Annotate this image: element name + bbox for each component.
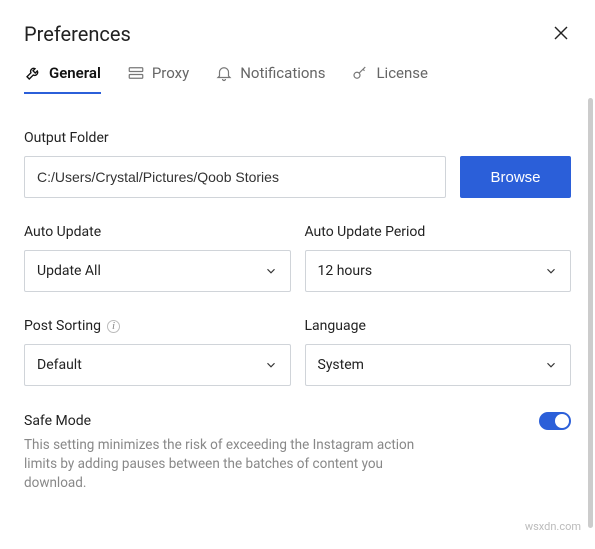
post-sorting-select[interactable]: Default [24,344,291,386]
tab-proxy[interactable]: Proxy [127,64,189,94]
chevron-down-icon [544,264,558,278]
close-icon [554,26,568,40]
tab-label: General [49,64,101,82]
chevron-down-icon [544,358,558,372]
safe-mode-toggle[interactable] [539,412,571,430]
select-value: System [318,357,364,373]
auto-update-label: Auto Update [24,224,291,240]
auto-update-select[interactable]: Update All [24,250,291,292]
safe-mode-description: This setting minimizes the risk of excee… [24,436,434,493]
tab-notifications[interactable]: Notifications [215,64,325,94]
wrench-icon [24,64,42,82]
close-button[interactable] [551,25,571,44]
tab-label: Proxy [152,64,189,82]
info-icon[interactable]: i [107,320,120,333]
tab-label: Notifications [240,64,325,82]
scrollbar[interactable] [588,98,593,528]
tab-general[interactable]: General [24,64,101,94]
select-value: 12 hours [318,263,373,279]
language-select[interactable]: System [305,344,572,386]
key-icon [351,64,369,82]
auto-update-period-label: Auto Update Period [305,224,572,240]
page-title: Preferences [24,22,131,46]
output-folder-input[interactable] [24,156,446,198]
chevron-down-icon [264,358,278,372]
watermark: wsxdn.com [525,520,581,533]
toggle-knob [555,414,569,428]
auto-update-period-select[interactable]: 12 hours [305,250,572,292]
language-label: Language [305,318,572,334]
bell-icon [215,64,233,82]
select-value: Default [37,357,82,373]
tabs-bar: General Proxy Notifications License [24,64,571,94]
proxy-icon [127,64,145,82]
tab-license[interactable]: License [351,64,428,94]
tab-label: License [376,64,428,82]
browse-button[interactable]: Browse [460,156,571,198]
chevron-down-icon [264,264,278,278]
output-folder-label: Output Folder [24,130,571,146]
select-value: Update All [37,263,101,279]
safe-mode-label: Safe Mode [24,413,91,429]
post-sorting-label: Post Sorting i [24,318,291,334]
